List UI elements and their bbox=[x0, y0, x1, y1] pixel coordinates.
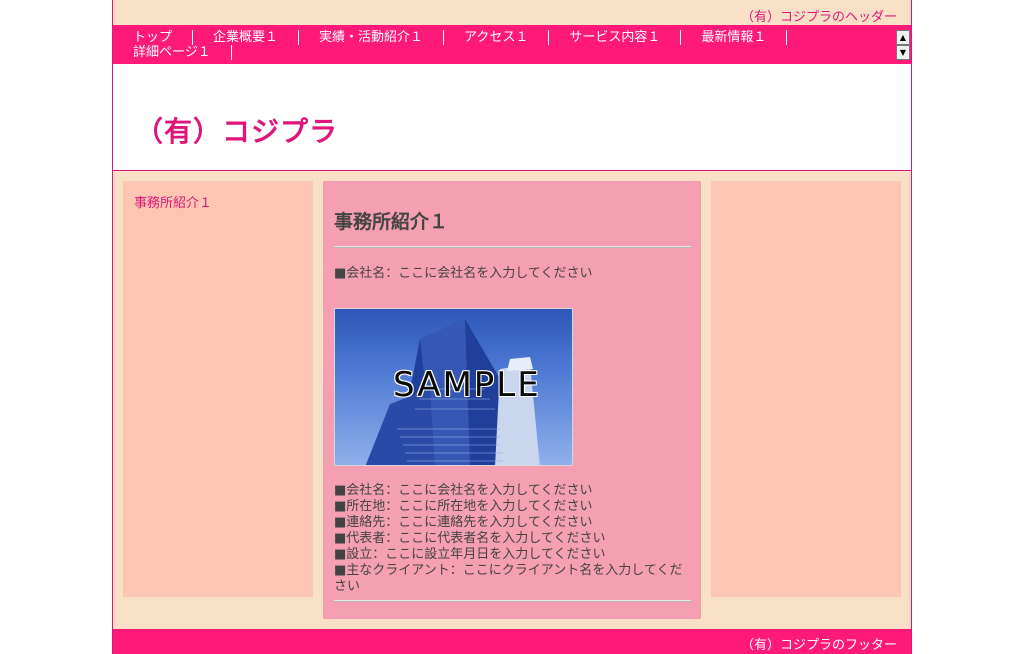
global-nav: トップ 企業概要１ 実績・活動紹介１ アクセス１ サービス内容１ 最新情報１詳細ページ１ … bbox=[113, 25, 911, 64]
site-title[interactable]: （有）コジプラ bbox=[135, 110, 338, 150]
detail-contact: ■連絡先：ここに連絡先を入力してください bbox=[334, 515, 593, 530]
nav-scrollbar[interactable]: ▲ ▼ bbox=[896, 30, 910, 60]
right-sidebar bbox=[711, 181, 901, 597]
header-text: （有）コジプラのヘッダー bbox=[740, 10, 897, 25]
top-header-bar: （有）コジプラのヘッダー bbox=[113, 0, 911, 25]
divider-bottom bbox=[334, 600, 691, 602]
nav-item-services[interactable]: サービス内容１ bbox=[549, 30, 682, 45]
scroll-down-icon[interactable]: ▼ bbox=[896, 45, 910, 60]
site-hero: （有）コジプラ bbox=[113, 64, 911, 171]
nav-item-news[interactable]: 最新情報１ bbox=[681, 30, 788, 45]
detail-established: ■設立：ここに設立年月日を入力してください bbox=[334, 547, 606, 562]
scroll-up-icon[interactable]: ▲ bbox=[896, 30, 910, 45]
detail-address: ■所在地：ここに所在地を入力してください bbox=[334, 499, 593, 514]
sample-building-image: SAMPLE bbox=[334, 308, 573, 466]
footer-text: （有）コジプラのフッター bbox=[740, 638, 897, 653]
detail-clients: ■主なクライアント：ここにクライアント名を入力してください bbox=[334, 563, 683, 594]
sidebar-item-office[interactable]: 事務所紹介１ bbox=[134, 192, 212, 211]
divider bbox=[334, 246, 691, 248]
detail-company: ■会社名：ここに会社名を入力してください bbox=[334, 483, 593, 498]
sample-watermark: SAMPLE bbox=[393, 365, 541, 405]
nav-item-top[interactable]: トップ bbox=[113, 30, 194, 45]
page-title: 事務所紹介１ bbox=[334, 211, 449, 233]
nav-item-details[interactable]: 詳細ページ１ bbox=[113, 45, 232, 60]
footer-bar: （有）コジプラのフッター bbox=[113, 629, 911, 654]
nav-item-activities[interactable]: 実績・活動紹介１ bbox=[299, 30, 445, 45]
detail-representative: ■代表者：ここに代表者名を入力してください bbox=[334, 531, 606, 546]
page-container: （有）コジプラのヘッダー トップ 企業概要１ 実績・活動紹介１ アクセス１ サービス内容… bbox=[112, 0, 912, 654]
nav-item-company[interactable]: 企業概要１ bbox=[193, 30, 300, 45]
left-sidebar: 事務所紹介１ bbox=[123, 181, 313, 597]
intro-text: ■会社名：ここに会社名を入力してください bbox=[334, 266, 593, 281]
nav-item-access[interactable]: アクセス１ bbox=[444, 30, 550, 45]
main-content: 事務所紹介１ ■会社名：ここに会社名を入力してください SAMPLE ■会社名：… bbox=[323, 181, 701, 619]
nav-list: トップ 企業概要１ 実績・活動紹介１ アクセス１ サービス内容１ 最新情報１ 詳細ページ１ bbox=[113, 30, 893, 60]
company-details: ■会社名：ここに会社名を入力してください ■所在地：ここに所在地を入力してくださ… bbox=[334, 483, 694, 595]
